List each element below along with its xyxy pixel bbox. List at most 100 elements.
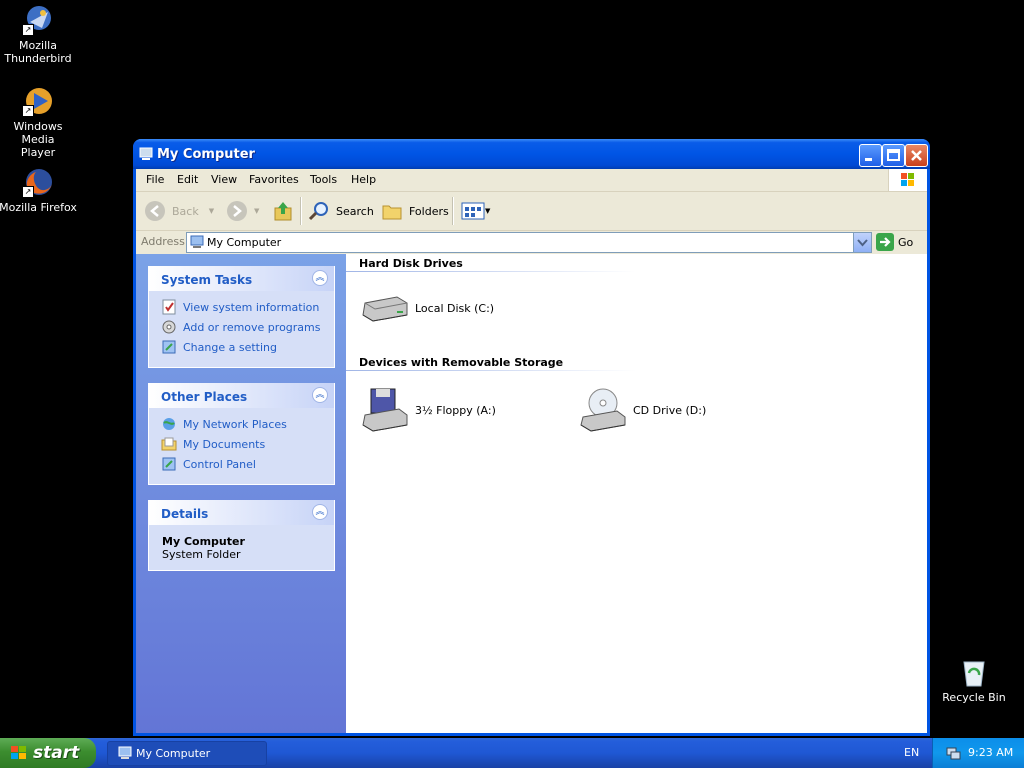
language-indicator[interactable]: EN <box>904 746 919 759</box>
go-label: Go <box>898 235 914 249</box>
content-pane: Hard Disk Drives Local Disk (C:) Devices… <box>346 254 927 733</box>
collapse-icon[interactable]: ︽ <box>312 387 328 403</box>
task-pane: System Tasks ︽ View system information A… <box>136 254 346 733</box>
close-icon <box>911 150 922 161</box>
up-folder-icon <box>274 202 292 221</box>
network-places-icon <box>163 418 175 430</box>
search-label: Search <box>336 204 374 218</box>
control-panel-icon <box>162 340 176 354</box>
clock[interactable]: 9:23 AM <box>968 746 1013 759</box>
add-remove-programs-icon <box>162 320 176 334</box>
control-panel-icon <box>162 457 176 471</box>
forward-arrow-icon <box>227 201 247 221</box>
maximize-icon <box>887 149 900 161</box>
details-panel: Details ︽ My Computer System Folder <box>148 500 335 571</box>
search-icon <box>308 202 328 221</box>
menu-file[interactable]: File <box>146 173 164 186</box>
chevron-down-icon: ▼ <box>254 207 260 215</box>
collapse-icon[interactable]: ︽ <box>312 270 328 286</box>
minimize-icon <box>865 158 872 161</box>
link-change-setting[interactable]: Change a setting <box>161 337 324 357</box>
windows-logo-icon <box>10 745 28 766</box>
views-button[interactable]: ▼ <box>461 200 490 222</box>
go-arrow-icon <box>876 233 894 251</box>
menu-view[interactable]: View <box>211 173 237 186</box>
drive-cd-d[interactable]: CD Drive (D:) <box>579 387 706 433</box>
start-button[interactable]: start <box>0 738 96 768</box>
system-tasks-panel: System Tasks ︽ View system information A… <box>148 266 335 368</box>
up-folder-button[interactable] <box>272 200 294 222</box>
network-icon[interactable] <box>945 745 961 764</box>
address-label: Address <box>141 235 185 248</box>
desktop-icon-thunderbird[interactable]: ↗ Mozilla Thunderbird <box>0 4 78 65</box>
desktop-icon-media-player[interactable]: ↗ Windows Media Player <box>0 85 78 159</box>
panel-header[interactable]: Details ︽ <box>149 500 334 525</box>
desktop-icon-label: Windows Media Player <box>13 120 63 159</box>
desktop-icon-label: Mozilla Firefox <box>0 201 77 214</box>
computer-icon <box>139 147 153 161</box>
firefox-icon: ↗ <box>22 166 54 198</box>
taskbar: start My Computer EN 9:23 AM <box>0 738 1024 768</box>
address-input[interactable]: My Computer <box>186 232 872 253</box>
my-computer-window: My Computer File Edit View Favorites Too… <box>133 139 930 736</box>
group-divider <box>346 271 636 272</box>
taskbar-button-label: My Computer <box>136 747 211 760</box>
toolbar: Back ▼ ▼ Search Folders ▼ <box>136 192 927 231</box>
details-type: System Folder <box>162 548 241 561</box>
maximize-button[interactable] <box>882 144 905 167</box>
menu-tools[interactable]: Tools <box>310 173 337 186</box>
chevron-down-icon <box>857 239 868 247</box>
desktop-icon-firefox[interactable]: ↗ Mozilla Firefox <box>0 166 78 214</box>
start-label: start <box>33 743 80 763</box>
close-button[interactable] <box>905 144 928 167</box>
window-client: File Edit View Favorites Tools Help Back… <box>136 169 927 733</box>
minimize-button[interactable] <box>859 144 882 167</box>
address-bar: Address My Computer Go <box>136 231 927 253</box>
address-dropdown-button[interactable] <box>853 233 871 252</box>
folders-label: Folders <box>409 204 449 218</box>
panel-title: System Tasks <box>161 273 253 287</box>
menu-favorites[interactable]: Favorites <box>249 173 299 186</box>
window-title: My Computer <box>157 147 255 162</box>
link-my-documents[interactable]: My Documents <box>161 434 324 454</box>
folders-button[interactable]: Folders <box>381 200 449 222</box>
desktop-icon-recycle-bin[interactable]: Recycle Bin <box>934 656 1014 704</box>
drive-label: CD Drive (D:) <box>633 403 707 417</box>
cd-drive-icon <box>580 388 626 432</box>
menu-edit[interactable]: Edit <box>177 173 198 186</box>
menu-help[interactable]: Help <box>351 173 376 186</box>
drive-floppy-a[interactable]: 3½ Floppy (A:) <box>361 387 496 433</box>
link-view-system-information[interactable]: View system information <box>161 297 324 317</box>
forward-button[interactable]: ▼ <box>226 200 259 222</box>
search-button[interactable]: Search <box>308 200 374 222</box>
chevron-down-icon: ▼ <box>208 207 215 215</box>
media-player-icon: ↗ <box>22 85 54 117</box>
go-button[interactable]: Go <box>876 233 913 251</box>
thunderbird-icon: ↗ <box>22 4 54 36</box>
taskbar-button-my-computer[interactable]: My Computer <box>107 741 267 766</box>
recycle-bin-icon <box>958 656 990 688</box>
link-control-panel[interactable]: Control Panel <box>161 454 324 474</box>
system-info-icon <box>162 299 176 315</box>
link-add-remove-programs[interactable]: Add or remove programs <box>161 317 324 337</box>
panel-header[interactable]: Other Places ︽ <box>149 383 334 408</box>
computer-icon <box>118 746 132 763</box>
drive-local-disk-c[interactable]: Local Disk (C:) <box>361 291 494 325</box>
floppy-drive-icon <box>362 388 408 432</box>
drive-label: 3½ Floppy (A:) <box>415 403 496 417</box>
toolbar-separator <box>452 197 454 225</box>
link-my-network-places[interactable]: My Network Places <box>161 414 324 434</box>
back-label: Back <box>172 204 199 218</box>
toolbar-separator <box>300 197 302 225</box>
details-name: My Computer <box>162 535 245 548</box>
chevron-down-icon: ▼ <box>485 207 491 215</box>
collapse-icon[interactable]: ︽ <box>312 504 328 520</box>
folders-icon <box>382 205 402 220</box>
back-button[interactable]: Back ▼ <box>144 200 214 222</box>
group-divider <box>346 370 636 371</box>
group-title-hard-disks: Hard Disk Drives <box>359 257 463 270</box>
desktop-icon-label: Mozilla Thunderbird <box>4 39 72 65</box>
panel-header[interactable]: System Tasks ︽ <box>149 266 334 291</box>
window-titlebar[interactable]: My Computer <box>133 139 930 169</box>
other-places-panel: Other Places ︽ My Network Places My Docu… <box>148 383 335 485</box>
